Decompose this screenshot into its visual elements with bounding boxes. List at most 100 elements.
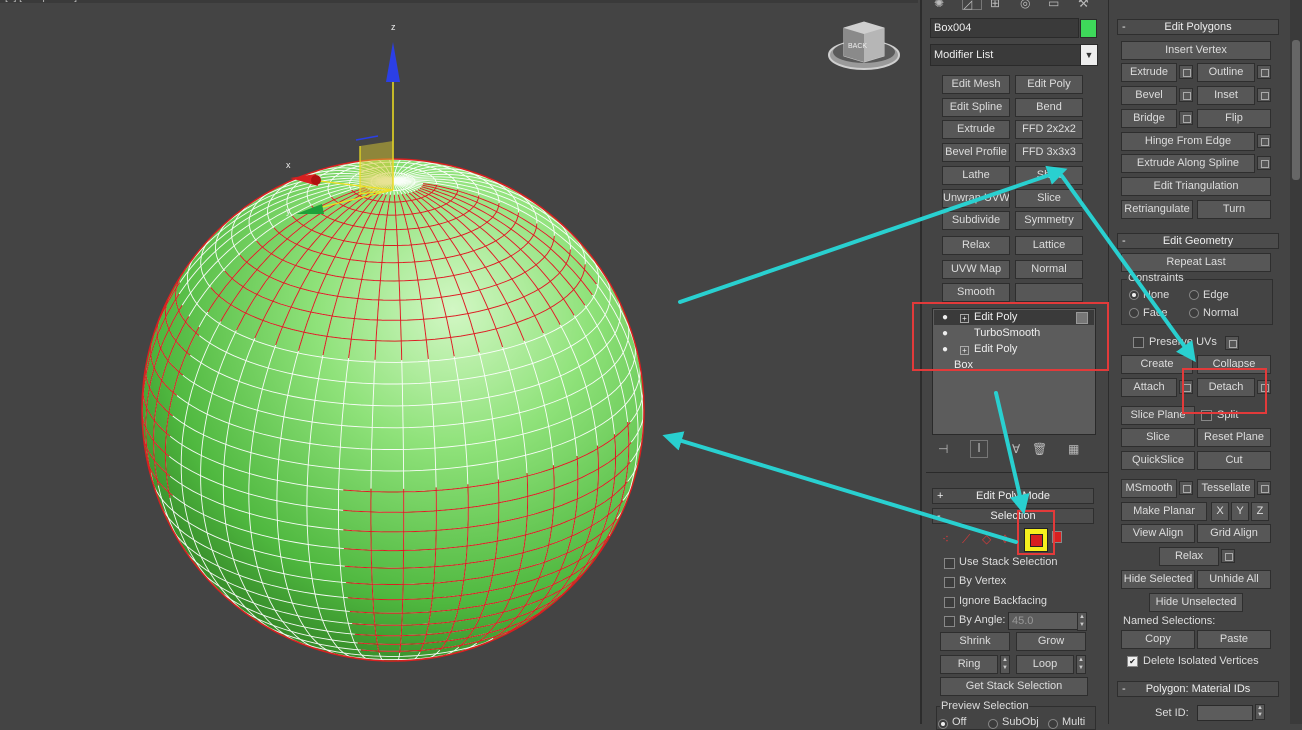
modifier-button-normal[interactable]: Normal <box>1015 260 1083 279</box>
paste-button[interactable]: Paste <box>1197 630 1271 649</box>
viewport-label[interactable]: [+] [Perspective] <box>5 0 77 3</box>
perspective-viewport[interactable]: [+] [Perspective] z x y <box>0 0 918 724</box>
bevel-button[interactable]: Bevel <box>1121 86 1177 105</box>
quickslice-button[interactable]: QuickSlice <box>1121 451 1195 470</box>
modifier-button-bend[interactable]: Bend <box>1015 98 1083 117</box>
scrollbar-thumb[interactable] <box>1292 40 1300 180</box>
hide-selected-button[interactable]: Hide Selected <box>1121 570 1195 589</box>
remove-modifier-icon[interactable]: 🗑 <box>1032 442 1047 456</box>
planar-x-button[interactable]: X <box>1211 502 1229 521</box>
object-color-swatch[interactable] <box>1080 19 1097 38</box>
edge-mode-icon[interactable]: ⟋ <box>962 532 970 547</box>
loop-button[interactable]: Loop <box>1016 655 1074 674</box>
detach-settings-icon[interactable] <box>1257 380 1271 394</box>
view-align-button[interactable]: View Align <box>1121 524 1195 543</box>
get-stack-selection-button[interactable]: Get Stack Selection <box>940 677 1088 696</box>
stack-item-edit-poly-top[interactable]: ● + Edit Poly <box>934 310 1094 325</box>
detach-button[interactable]: Detach <box>1197 378 1255 397</box>
modifier-button-relax[interactable]: Relax <box>942 236 1010 255</box>
modify-tab-icon[interactable]: ◿ <box>962 0 982 11</box>
constraint-face-radio[interactable] <box>1129 308 1139 318</box>
display-tab-icon[interactable]: ▭ <box>1048 0 1059 10</box>
modifier-button-edit-poly[interactable]: Edit Poly <box>1015 75 1083 94</box>
set-id-input[interactable] <box>1197 705 1253 721</box>
modifier-list-dropdown[interactable]: Modifier List <box>930 44 1085 66</box>
extrude-button[interactable]: Extrude <box>1121 63 1177 82</box>
modifier-button-empty[interactable] <box>1015 283 1083 302</box>
pin-stack-icon[interactable]: ⊣ <box>938 442 948 456</box>
stack-item-turbosmooth[interactable]: ● TurboSmooth <box>934 326 1094 341</box>
bevel-settings-icon[interactable] <box>1179 88 1193 102</box>
insert-vertex-button[interactable]: Insert Vertex <box>1121 41 1271 60</box>
rollout-edit-poly-mode[interactable]: + Edit Poly Mode <box>932 488 1094 504</box>
expand-plus-icon[interactable]: + <box>960 346 969 355</box>
modifier-button-ffd-3x3x3[interactable]: FFD 3x3x3 <box>1015 143 1083 162</box>
preview-multi-radio[interactable] <box>1048 719 1058 729</box>
modifier-stack[interactable]: ● + Edit Poly ● TurboSmooth ● + Edit Pol… <box>932 308 1096 435</box>
outline-settings-icon[interactable] <box>1257 65 1271 79</box>
relax-button[interactable]: Relax <box>1159 547 1219 566</box>
rollout-material-ids[interactable]: - Polygon: Material IDs <box>1117 681 1279 697</box>
extrude-spline-settings-icon[interactable] <box>1257 156 1271 170</box>
modifier-button-lattice[interactable]: Lattice <box>1015 236 1083 255</box>
modifier-button-symmetry[interactable]: Symmetry <box>1015 211 1083 230</box>
extrude-settings-icon[interactable] <box>1179 65 1193 79</box>
create-tab-icon[interactable]: ✺ <box>934 0 944 10</box>
show-end-result-icon[interactable]: Ⅰ <box>970 440 988 458</box>
constraint-normal-radio[interactable] <box>1189 308 1199 318</box>
hinge-from-edge-button[interactable]: Hinge From Edge <box>1121 132 1255 151</box>
bridge-settings-icon[interactable] <box>1179 111 1193 125</box>
element-partial-icon[interactable]: ◊ <box>1002 532 1008 546</box>
modifier-button-shell[interactable]: Shell <box>1015 166 1083 185</box>
hierarchy-tab-icon[interactable]: ⊞ <box>990 0 1000 10</box>
motion-tab-icon[interactable]: ◎ <box>1020 0 1030 10</box>
modifier-button-uvw-map[interactable]: UVW Map <box>942 260 1010 279</box>
slice-button[interactable]: Slice <box>1121 428 1195 447</box>
modifier-button-smooth[interactable]: Smooth <box>942 283 1010 302</box>
retriangulate-button[interactable]: Retriangulate <box>1121 200 1193 219</box>
attach-button[interactable]: Attach <box>1121 378 1177 397</box>
hinge-settings-icon[interactable] <box>1257 134 1271 148</box>
set-id-spinner[interactable]: ▲ ▼ <box>1255 704 1265 720</box>
modifier-button-unwrap-uvw[interactable]: Unwrap UVW <box>942 189 1010 208</box>
unhide-all-button[interactable]: Unhide All <box>1197 570 1271 589</box>
ring-spinner[interactable]: ▲ ▼ <box>1000 655 1010 674</box>
polygon-mode-button[interactable] <box>1024 528 1048 552</box>
rollout-edit-geometry[interactable]: - Edit Geometry <box>1117 233 1279 249</box>
rollout-edit-polygons[interactable]: - Edit Polygons <box>1117 19 1279 35</box>
reset-plane-button[interactable]: Reset Plane <box>1197 428 1271 447</box>
lightbulb-icon[interactable]: ● <box>942 310 948 325</box>
create-button[interactable]: Create <box>1121 355 1193 374</box>
modifier-button-slice[interactable]: Slice <box>1015 189 1083 208</box>
by-angle-checkbox[interactable] <box>944 616 955 627</box>
modifier-button-lathe[interactable]: Lathe <box>942 166 1010 185</box>
viewcube[interactable]: BACK <box>828 21 900 70</box>
planar-y-button[interactable]: Y <box>1231 502 1249 521</box>
constraint-none-radio[interactable] <box>1129 290 1139 300</box>
hide-unselected-button[interactable]: Hide Unselected <box>1149 593 1243 612</box>
tessellate-button[interactable]: Tessellate <box>1197 479 1255 498</box>
configure-sets-icon[interactable]: ▦ <box>1068 442 1079 456</box>
chevron-down-icon[interactable]: ▼ <box>1080 44 1098 66</box>
lightbulb-icon[interactable]: ● <box>942 342 948 357</box>
stack-item-edit-poly-bottom[interactable]: ● + Edit Poly <box>934 342 1094 357</box>
outline-button[interactable]: Outline <box>1197 63 1255 82</box>
msmooth-button[interactable]: MSmooth <box>1121 479 1177 498</box>
split-checkbox[interactable] <box>1201 410 1212 421</box>
modifier-button-extrude[interactable]: Extrude <box>942 120 1010 139</box>
delete-isolated-checkbox[interactable]: ✔ <box>1127 656 1138 667</box>
modifier-button-subdivide[interactable]: Subdivide <box>942 211 1010 230</box>
modifier-button-ffd-2x2x2[interactable]: FFD 2x2x2 <box>1015 120 1083 139</box>
use-stack-checkbox[interactable] <box>944 558 955 569</box>
tessellate-settings-icon[interactable] <box>1257 481 1271 495</box>
utilities-tab-icon[interactable]: ⚒ <box>1078 0 1089 10</box>
border-mode-icon[interactable]: ◇ <box>982 532 991 546</box>
planar-z-button[interactable]: Z <box>1251 502 1269 521</box>
copy-button[interactable]: Copy <box>1121 630 1195 649</box>
extrude-along-spline-button[interactable]: Extrude Along Spline <box>1121 154 1255 173</box>
rollout-selection[interactable]: - Selection <box>932 508 1094 524</box>
preview-subobj-radio[interactable] <box>988 719 998 729</box>
preview-off-radio[interactable] <box>938 719 948 729</box>
inset-button[interactable]: Inset <box>1197 86 1255 105</box>
grow-button[interactable]: Grow <box>1016 632 1086 651</box>
